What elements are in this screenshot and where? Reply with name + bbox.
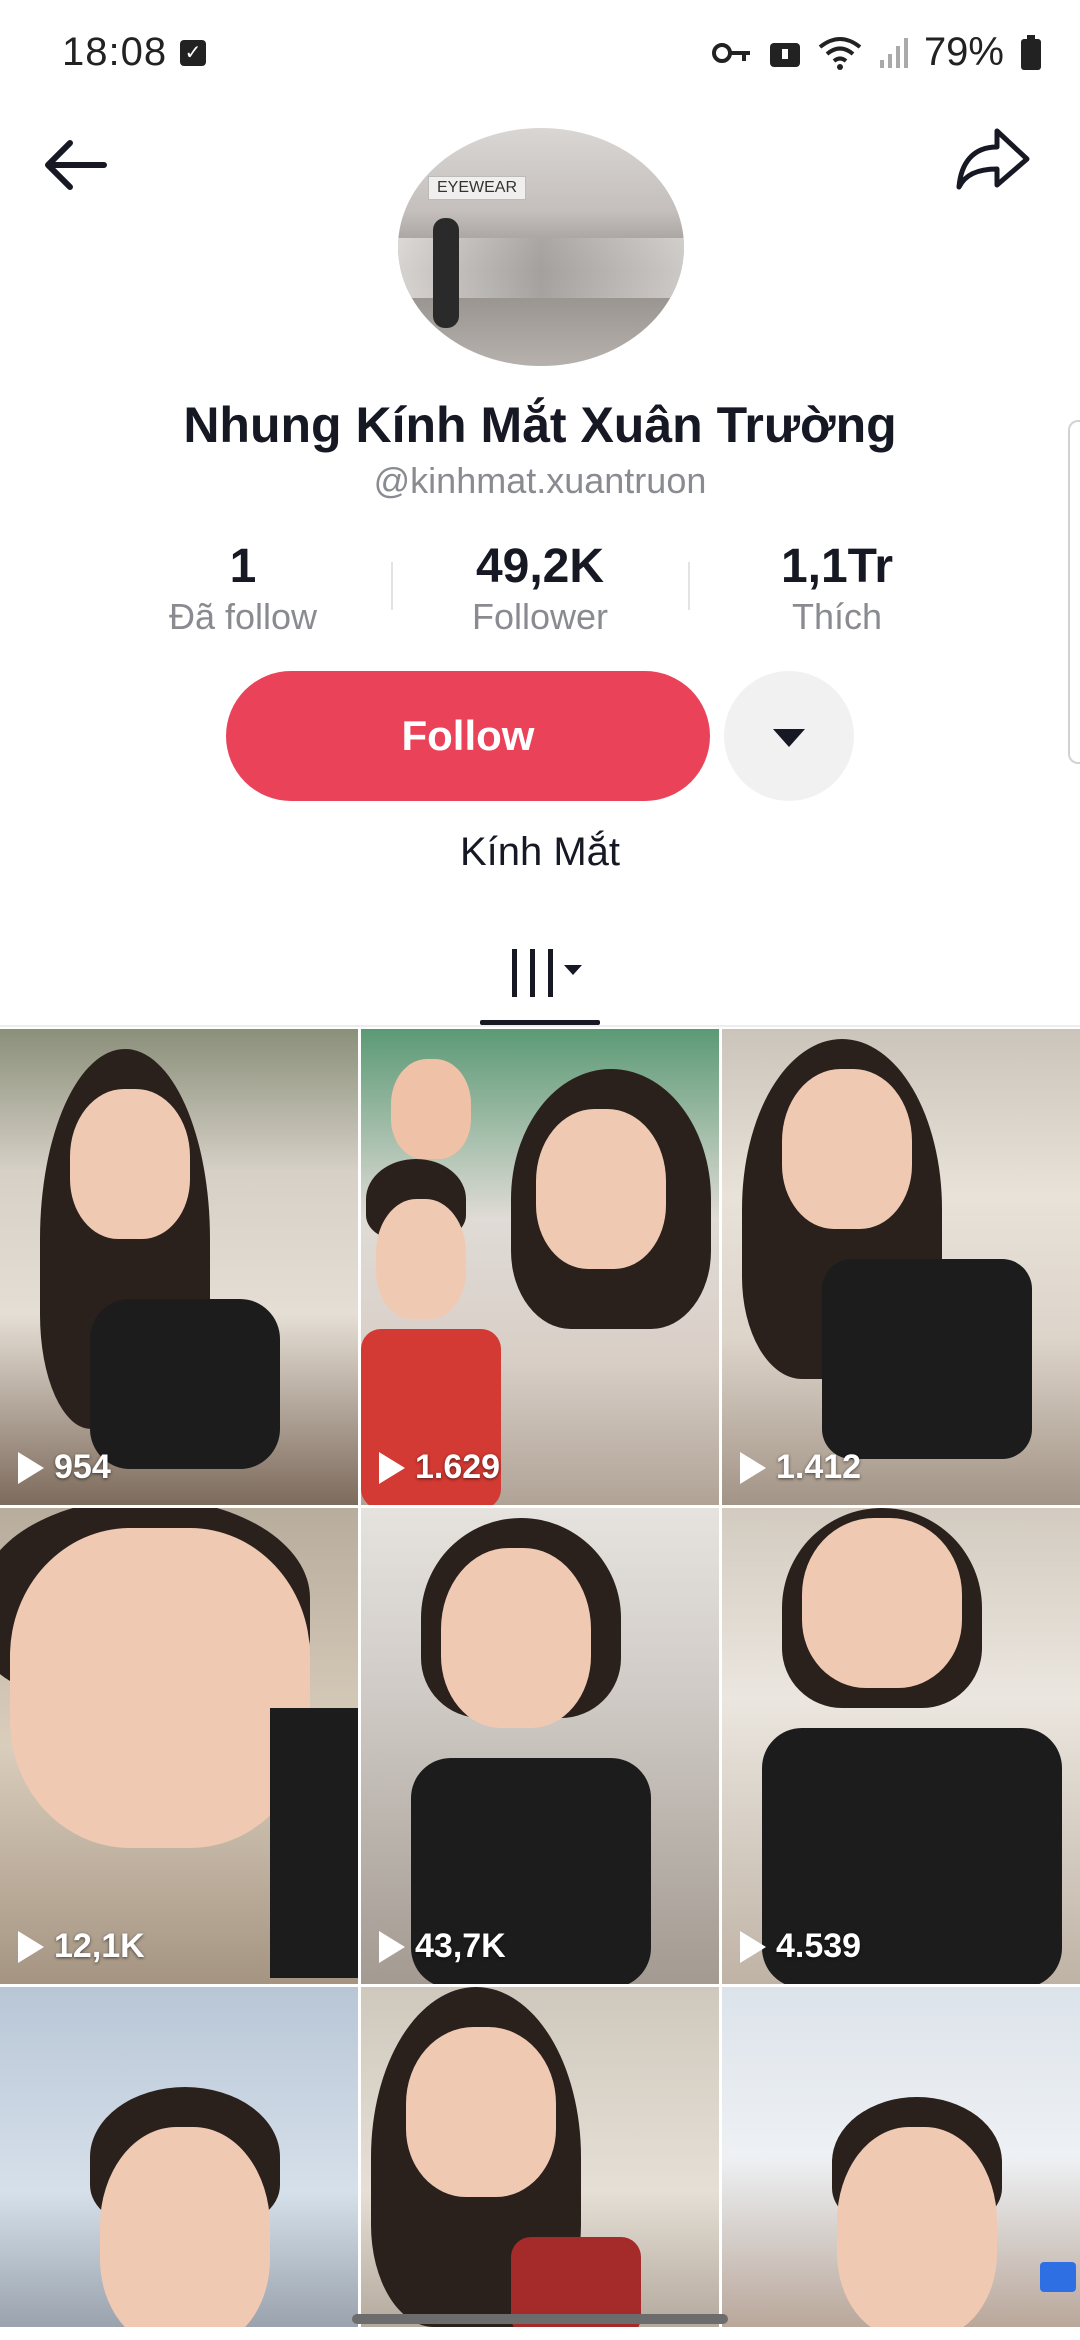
home-indicator[interactable] xyxy=(352,2314,728,2324)
profile-handle: @kinhmat.xuantruon xyxy=(373,460,707,501)
video-thumbnail[interactable]: 43,7K xyxy=(361,1508,719,1984)
video-thumbnail[interactable]: 1.629 xyxy=(361,1029,719,1505)
play-icon xyxy=(740,1930,766,1963)
view-count-text: 1.412 xyxy=(776,1448,862,1486)
view-count-text: 4.539 xyxy=(776,1927,862,1965)
video-thumbnail[interactable]: 12,1K xyxy=(0,1508,358,1984)
video-thumbnail[interactable]: 1.412 xyxy=(722,1029,1080,1505)
avatar[interactable]: EYEWEAR xyxy=(398,128,684,366)
play-icon xyxy=(18,1451,44,1484)
view-count-text: 43,7K xyxy=(415,1927,506,1965)
stat-likes[interactable]: 1,1Tr Thích xyxy=(707,540,967,640)
battery-percent: 79% xyxy=(923,30,1004,74)
profile-bio: Kính Mắt xyxy=(459,830,621,874)
more-options-button[interactable] xyxy=(724,671,854,801)
share-arrow-icon xyxy=(956,128,1030,190)
follow-button[interactable]: Follow xyxy=(226,671,710,801)
stat-followers-value: 49,2K xyxy=(475,540,605,593)
view-count: 43,7K xyxy=(379,1927,506,1966)
stat-following[interactable]: 1 Đã follow xyxy=(113,540,373,640)
video-thumbnail[interactable] xyxy=(0,1987,358,2327)
back-button[interactable] xyxy=(40,135,120,195)
stat-likes-label: Thích xyxy=(791,596,883,637)
video-thumbnail[interactable] xyxy=(361,1987,719,2327)
status-icons: 79% xyxy=(711,30,1042,75)
status-time: 18:08 xyxy=(62,30,168,74)
side-scroll-handle[interactable] xyxy=(1068,420,1080,764)
stat-following-label: Đã follow xyxy=(168,596,318,637)
view-count: 4.539 xyxy=(740,1927,861,1966)
view-count-text: 1.629 xyxy=(415,1448,501,1486)
stats-row: 1 Đã follow 49,2K Follower 1,1Tr Thích xyxy=(0,540,1080,650)
profile-name: Nhung Kính Mắt Xuân Trường xyxy=(183,397,897,453)
stat-divider xyxy=(391,562,393,610)
play-icon xyxy=(18,1930,44,1963)
video-thumbnail[interactable]: 4.539 xyxy=(722,1508,1080,1984)
view-count-text: 954 xyxy=(54,1448,111,1486)
play-icon xyxy=(740,1451,766,1484)
stat-followers[interactable]: 49,2K Follower xyxy=(410,540,670,640)
view-count: 1.629 xyxy=(379,1448,500,1487)
view-count: 12,1K xyxy=(18,1927,145,1966)
arrow-left-icon xyxy=(45,140,107,190)
view-count: 1.412 xyxy=(740,1448,861,1487)
play-icon xyxy=(379,1451,405,1484)
stat-following-value: 1 xyxy=(229,540,257,593)
grid-bars-icon xyxy=(512,949,582,997)
view-count: 954 xyxy=(18,1448,111,1487)
status-bar: 18:08 ✓ 79% xyxy=(0,0,1080,110)
stat-followers-label: Follower xyxy=(471,596,609,637)
key-icon xyxy=(711,42,750,63)
tab-videos[interactable] xyxy=(480,935,600,1025)
video-thumbnail[interactable] xyxy=(722,1987,1080,2327)
stat-likes-value: 1,1Tr xyxy=(780,540,894,593)
caret-down-icon xyxy=(773,729,805,747)
play-icon xyxy=(379,1930,405,1963)
vpn-icon xyxy=(769,42,800,67)
stat-divider xyxy=(688,562,690,610)
check-box-icon: ✓ xyxy=(180,40,206,66)
avatar-person xyxy=(433,218,459,328)
signal-icon xyxy=(879,37,908,68)
folder-icon[interactable] xyxy=(1040,2262,1076,2292)
share-button[interactable] xyxy=(955,125,1035,205)
battery-icon xyxy=(1021,34,1041,70)
video-thumbnail[interactable]: 954 xyxy=(0,1029,358,1505)
avatar-sign: EYEWEAR xyxy=(428,176,527,200)
wifi-icon xyxy=(818,36,862,70)
tab-divider xyxy=(0,1025,1080,1027)
view-count-text: 12,1K xyxy=(54,1927,145,1965)
